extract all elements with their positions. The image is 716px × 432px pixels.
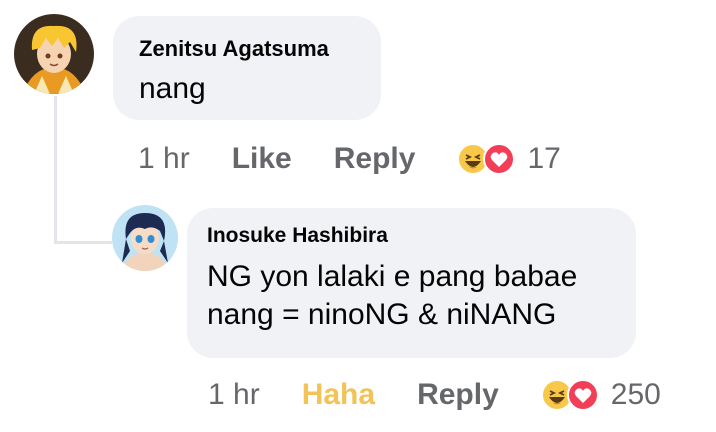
comment-thread: Zenitsu Agatsuma nang 1 hr Like Reply 17… [0,0,716,432]
reaction-summary[interactable]: 250 [540,378,661,412]
comment-actions: 1 hr Haha Reply 250 [208,378,661,412]
reaction-count: 17 [527,142,561,175]
comment-text: nang [139,70,206,108]
comment-bubble: Inosuke Hashibira NG yon lalaki e pang b… [187,208,636,358]
comment-actions: 1 hr Like Reply 17 [138,142,561,176]
avatar-inosuke[interactable] [112,205,178,271]
comment-text: NG yon lalaki e pang babae nang = ninoNG… [207,258,627,334]
avatar-zenitsu[interactable] [14,14,94,94]
reply-button[interactable]: Reply [334,142,416,176]
like-button[interactable]: Like [232,142,292,176]
comment-bubble: Zenitsu Agatsuma nang [113,16,381,120]
comment-author[interactable]: Inosuke Hashibira [207,224,388,248]
comment-text-line: nang = ninoNG & niNANG [207,298,557,331]
comment-timestamp[interactable]: 1 hr [208,378,260,412]
reaction-summary[interactable]: 17 [457,142,561,176]
reaction-count: 250 [610,378,661,411]
haha-button[interactable]: Haha [302,378,375,412]
comment-author[interactable]: Zenitsu Agatsuma [139,36,329,62]
comment-text-line: NG yon lalaki e pang babae [207,260,578,293]
reply-button[interactable]: Reply [417,378,499,412]
love-icon [483,143,516,175]
thread-connector-line [54,96,57,244]
love-icon [566,379,599,411]
comment-timestamp[interactable]: 1 hr [138,142,190,176]
reply-connector-line [54,241,112,244]
comment-text-line: nang [139,72,206,105]
